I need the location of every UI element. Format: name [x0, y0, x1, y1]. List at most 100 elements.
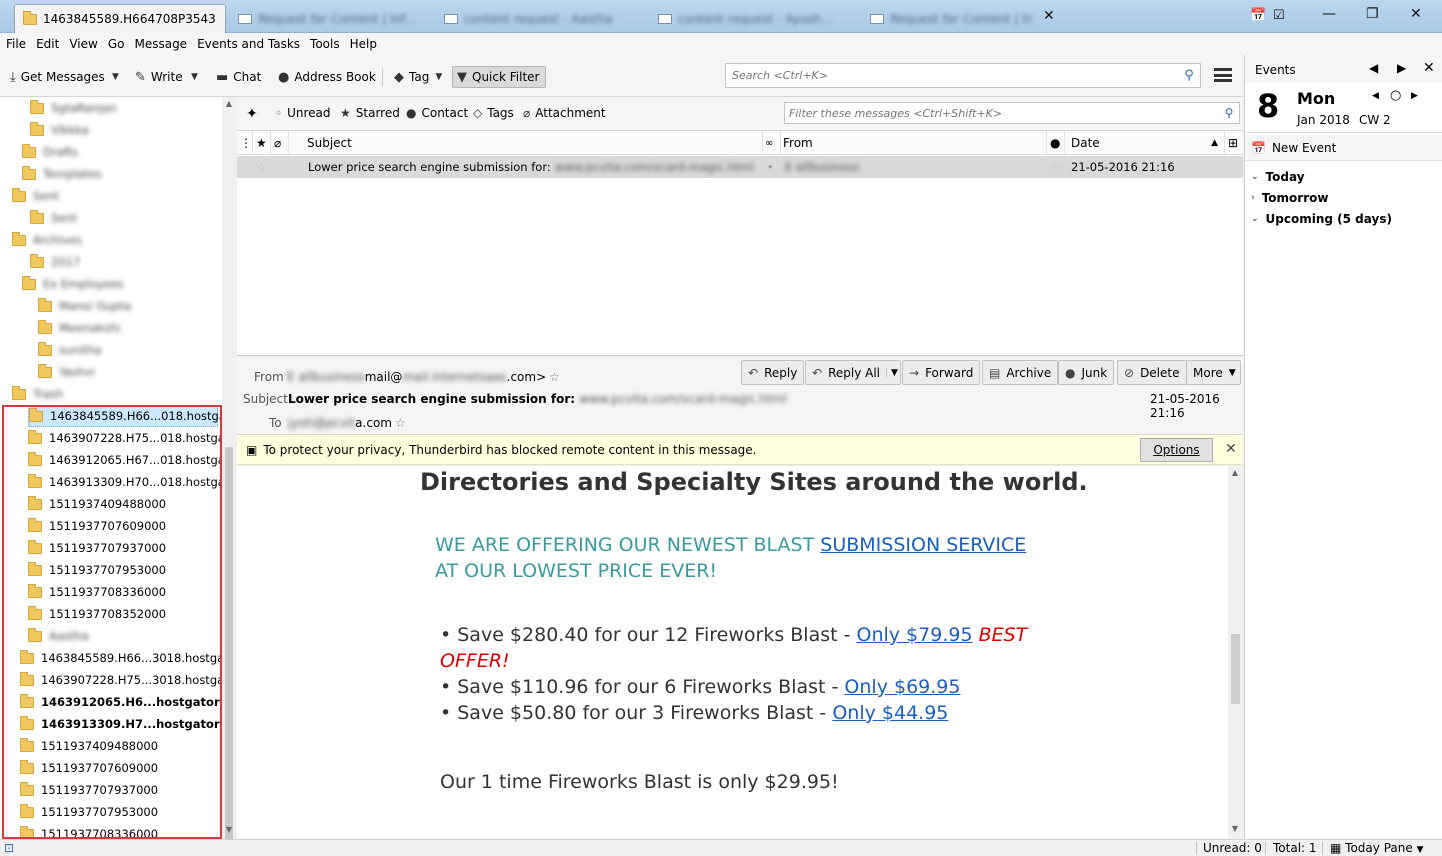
folder-item[interactable]: Aastha [28, 625, 89, 647]
folder-item[interactable]: 1511937707609000 [28, 515, 166, 537]
star-icon[interactable]: ☆ [395, 416, 406, 430]
today-icon[interactable]: ○ [1390, 88, 1401, 103]
global-search-input[interactable] [732, 69, 1178, 82]
folder-item[interactable]: 2017 [30, 251, 80, 273]
folder-item[interactable]: sunitha [38, 339, 102, 361]
folder-item[interactable]: 1463907228.H75...018.hostgator [28, 427, 235, 449]
menu-events-tasks[interactable]: Events and Tasks [197, 37, 300, 51]
folder-item[interactable]: 1463913309.H7...hostgator (1) [20, 713, 235, 735]
folder-item[interactable]: 1511937409488000 [28, 493, 166, 515]
agenda-upcoming[interactable]: ⌄ Upcoming (5 days) [1251, 212, 1392, 226]
folder-item[interactable]: Vikkka [30, 119, 89, 141]
options-button[interactable]: Options [1140, 438, 1213, 462]
folder-scroll-thumb[interactable] [225, 447, 233, 839]
forward-button[interactable]: → Forward [902, 360, 981, 385]
subject-column-header[interactable]: Subject [301, 131, 763, 155]
tab-message-2[interactable]: content request - Aastha [436, 4, 646, 33]
folder-item[interactable]: Ex Employees [22, 273, 124, 295]
close-window-button[interactable]: ✕ [1410, 6, 1422, 22]
close-icon[interactable]: ✕ [1225, 441, 1237, 457]
today-pane-toggle[interactable]: ▦ Today Pane ▼ [1330, 841, 1423, 855]
previous-icon[interactable]: ◀ [1372, 91, 1379, 101]
calendar-icon[interactable]: 📅 [1250, 8, 1266, 23]
pin-icon[interactable]: ✦ [246, 106, 258, 122]
junk-button[interactable]: ● Junk [1058, 360, 1115, 385]
app-menu-icon[interactable] [1214, 66, 1232, 84]
junk-column-icon[interactable]: ● [1047, 131, 1065, 155]
menu-help[interactable]: Help [350, 37, 377, 51]
filter-messages-box[interactable]: ⚲ [784, 102, 1240, 124]
folder-item[interactable]: 1511937708336000 [20, 823, 158, 839]
filter-attachment-button[interactable]: ⌀ Attachment [523, 106, 606, 120]
star-icon[interactable]: ☆ [549, 370, 560, 384]
junk-status-icon[interactable]: ◌ [1051, 156, 1061, 178]
filter-messages-input[interactable] [789, 106, 1219, 120]
search-icon[interactable]: ⚲ [1178, 68, 1200, 83]
reply-all-dropdown-icon[interactable]: ▼ [886, 367, 898, 378]
next-day-icon[interactable]: ▶ [1397, 61, 1406, 75]
date-column-header[interactable]: Date ▲ [1065, 131, 1225, 155]
filter-contact-button[interactable]: ● Contact [406, 106, 468, 120]
tab-message-1[interactable]: Request for Content | Inf... [230, 4, 430, 33]
folder-item[interactable]: Drafts [22, 141, 78, 163]
scroll-up-icon[interactable]: ▲ [222, 99, 236, 108]
menu-edit[interactable]: Edit [36, 37, 59, 51]
search-icon[interactable]: ⚲ [1219, 106, 1239, 120]
tab-message-4[interactable]: Request for Content | Inf... [862, 4, 1042, 33]
price-link-2[interactable]: Only $69.95 [844, 676, 960, 698]
next-icon[interactable]: ▶ [1411, 91, 1418, 101]
tab-message-3[interactable]: content request - Ayush... [650, 4, 860, 33]
folder-item[interactable]: 1463907228.H75...3018.hostgator [20, 669, 235, 691]
folder-item[interactable]: SgtaRanjan [30, 97, 117, 119]
message-body-scrollbar[interactable]: ▲ ▼ [1228, 466, 1243, 839]
folder-item[interactable]: Archives [12, 229, 82, 251]
folder-item[interactable]: 1511937707953000 [20, 801, 158, 823]
folder-item[interactable]: Templates [22, 163, 101, 185]
reply-all-button[interactable]: ↶ Reply All ▼ [805, 360, 901, 385]
delete-button[interactable]: ⊘ Delete [1117, 360, 1187, 385]
folder-item[interactable]: 1511937707953000 [28, 559, 166, 581]
filter-starred-button[interactable]: ★ Starred [340, 106, 400, 120]
folder-item[interactable]: 1511937409488000 [20, 735, 158, 757]
more-button[interactable]: More ▼ [1186, 360, 1241, 385]
to-address[interactable]: jyoti@pcvit a.com ☆ [288, 416, 406, 430]
maximize-button[interactable]: ❐ [1366, 6, 1379, 22]
global-search-box[interactable]: ⚲ [725, 63, 1201, 88]
folder-item[interactable]: Trash [12, 383, 63, 405]
address-book-button[interactable]: ● Address Book [274, 66, 380, 88]
previous-day-icon[interactable]: ◀ [1369, 61, 1378, 75]
read-dot-icon[interactable]: • [767, 156, 774, 178]
price-link-1[interactable]: Only $79.95 [857, 624, 973, 646]
star-column-icon[interactable]: ★ [253, 131, 271, 155]
archive-button[interactable]: ▤ Archive [982, 360, 1059, 385]
offline-status-icon[interactable]: ⊡ [4, 841, 14, 855]
scroll-up-icon[interactable]: ▲ [1228, 468, 1242, 477]
body-scroll-thumb[interactable] [1231, 634, 1240, 704]
write-dropdown-icon[interactable]: ▼ [191, 72, 198, 82]
folder-item[interactable]: Mansi Gupta [38, 295, 131, 317]
message-row[interactable]: ☆ Lower price search engine submission f… [237, 156, 1243, 178]
new-event-button[interactable]: 📅 New Event [1245, 135, 1442, 161]
folder-item[interactable]: 1463845589.H66...018.hostgator [28, 405, 235, 427]
attachment-column-icon[interactable]: ⌀ [271, 131, 289, 155]
folder-item[interactable]: 1463912065.H67...018.hostgator [28, 449, 235, 471]
column-picker-icon[interactable]: ⊞ [1225, 131, 1243, 155]
thread-col-threads-icon[interactable]: ⋮ [237, 131, 253, 155]
agenda-tomorrow[interactable]: › Tomorrow [1251, 191, 1328, 205]
quick-filter-button[interactable]: ▼ Quick Filter [452, 66, 546, 88]
from-column-header[interactable]: From [777, 131, 1047, 155]
tasks-icon[interactable]: ☑ [1273, 8, 1285, 23]
filter-tags-button[interactable]: ◇ Tags [473, 106, 514, 120]
folder-pane-scrollbar[interactable]: ▲ ▼ [222, 97, 236, 839]
get-messages-button[interactable]: ⤓ Get Messages [6, 66, 109, 88]
folder-item[interactable]: 1511937707609000 [20, 757, 158, 779]
folder-item[interactable]: 1511937708352000 [28, 603, 166, 625]
write-button[interactable]: ✎ Write [131, 66, 187, 88]
close-pane-icon[interactable]: ✕ [1423, 60, 1435, 76]
chat-button[interactable]: ▬ Chat [212, 66, 265, 88]
scroll-down-icon[interactable]: ▼ [222, 825, 236, 834]
star-icon[interactable]: ☆ [256, 156, 266, 178]
filter-unread-button[interactable]: ◦ Unread [275, 106, 331, 120]
get-messages-dropdown-icon[interactable]: ▼ [112, 72, 119, 82]
submission-service-link[interactable]: SUBMISSION SERVICE [820, 534, 1026, 556]
